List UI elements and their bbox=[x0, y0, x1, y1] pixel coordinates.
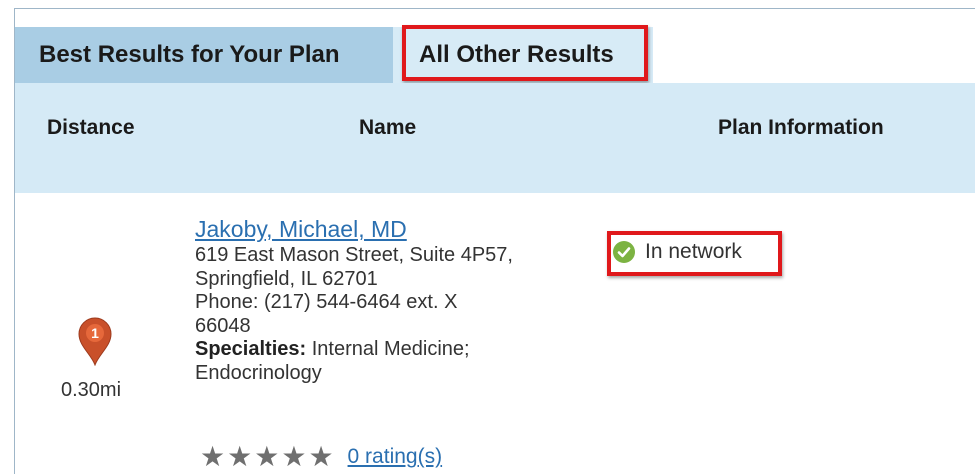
tab-best-results-label: Best Results for Your Plan bbox=[39, 41, 340, 68]
column-header-name[interactable]: Name bbox=[359, 116, 416, 140]
star-icon[interactable]: ★ bbox=[308, 443, 333, 471]
column-header-distance[interactable]: Distance bbox=[47, 116, 135, 140]
column-header-plan-information[interactable]: Plan Information bbox=[718, 116, 884, 140]
network-status: In network bbox=[613, 240, 742, 264]
phone-line: Phone: (217) 544-6464 ext. X bbox=[195, 291, 458, 313]
results-panel: Best Results for Your Plan All Other Res… bbox=[14, 8, 975, 474]
tab-bar: Best Results for Your Plan All Other Res… bbox=[15, 9, 975, 83]
network-status-label: In network bbox=[645, 240, 742, 263]
specialty-value: Endocrinology bbox=[195, 361, 322, 384]
map-pin-icon[interactable]: 1 bbox=[77, 316, 113, 367]
table-row: 1 0.30mi Jakoby, Michael, MD 619 East Ma… bbox=[15, 193, 975, 474]
star-icon[interactable]: ★ bbox=[254, 443, 279, 471]
provider-details: 619 East Mason Street, Suite 4P57, Sprin… bbox=[195, 244, 595, 385]
specialty-value: Internal Medicine; bbox=[306, 338, 470, 360]
distance-value: 0.30mi bbox=[61, 379, 122, 401]
provider-name-link[interactable]: Jakoby, Michael, MD bbox=[195, 216, 407, 243]
star-icon[interactable]: ★ bbox=[227, 443, 252, 471]
highlight-box-tab bbox=[402, 25, 648, 81]
tab-best-results[interactable]: Best Results for Your Plan bbox=[15, 27, 393, 83]
address-line: Springfield, IL 62701 bbox=[195, 267, 378, 290]
star-icon[interactable]: ★ bbox=[200, 443, 225, 471]
star-icon[interactable]: ★ bbox=[281, 443, 306, 471]
phone-extension: 66048 bbox=[195, 314, 251, 337]
checkmark-icon bbox=[613, 241, 635, 263]
specialties-label: Specialties: bbox=[195, 338, 307, 360]
pin-number: 1 bbox=[91, 325, 99, 341]
address-line: 619 East Mason Street, Suite 4P57, bbox=[195, 244, 513, 266]
ratings-link[interactable]: 0 rating(s) bbox=[348, 445, 443, 469]
specialties-line: Specialties: Internal Medicine; bbox=[195, 338, 595, 362]
rating-stars: ★ ★ ★ ★ ★ 0 rating(s) bbox=[200, 443, 442, 471]
table-header: Distance Name Plan Information bbox=[15, 83, 975, 193]
